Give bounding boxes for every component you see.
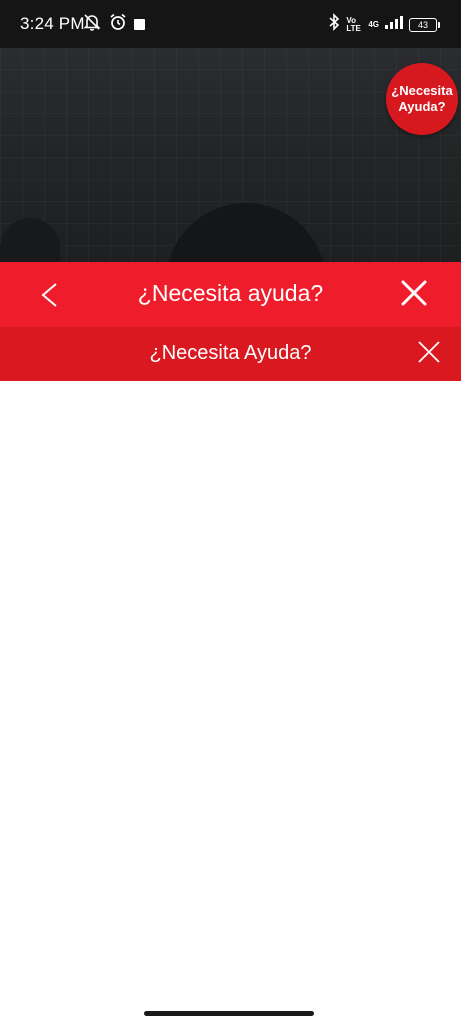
close-icon xyxy=(401,280,427,306)
status-right-icons: Vo LTE 4G 43 xyxy=(328,13,440,36)
battery-indicator: 43 xyxy=(409,17,440,32)
chat-header-bar: ¿Necesita Ayuda? xyxy=(0,327,461,381)
signal-icon xyxy=(385,15,403,34)
header-close-button[interactable] xyxy=(398,277,430,314)
help-bubble-line2: Ayuda? xyxy=(398,99,446,114)
header-title: ¿Necesita ayuda? xyxy=(137,280,324,306)
chat-close-button[interactable] xyxy=(416,339,442,370)
status-bar: 3:24 PM Vo LTE 4G 43 xyxy=(0,0,461,48)
status-time: 3:24 PM xyxy=(20,14,85,33)
close-thin-icon xyxy=(418,341,440,363)
bluetooth-icon xyxy=(328,13,340,36)
home-indicator[interactable] xyxy=(144,1011,314,1016)
stop-square-icon xyxy=(134,19,145,30)
help-bubble-line1: ¿Necesita xyxy=(391,83,453,98)
alarm-clock-icon xyxy=(108,12,128,37)
volte-indicator: Vo LTE xyxy=(346,15,361,33)
muted-bell-icon xyxy=(82,12,102,37)
network-type-label: 4G xyxy=(368,19,379,29)
status-left-icons xyxy=(82,12,145,37)
chat-content-area xyxy=(0,381,461,1001)
help-header-bar: ¿Necesita ayuda? xyxy=(0,262,461,327)
help-bubble-button[interactable]: ¿Necesita Ayuda? xyxy=(386,63,458,135)
chat-title: ¿Necesita Ayuda? xyxy=(149,342,312,364)
